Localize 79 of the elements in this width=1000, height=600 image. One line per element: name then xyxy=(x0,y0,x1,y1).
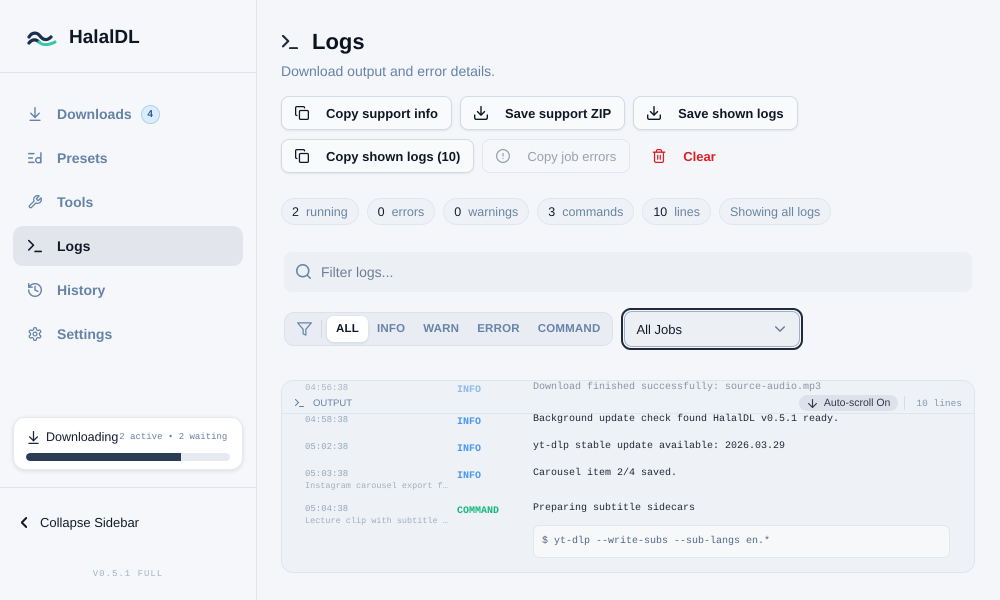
search-field[interactable]: Filter logs... xyxy=(284,252,972,292)
log-level: INFO xyxy=(457,417,482,428)
app-name: HalalDL xyxy=(69,27,140,49)
level-tab[interactable]: WARN xyxy=(414,316,468,342)
stat-value: 0 xyxy=(378,204,385,218)
status-label: Downloading xyxy=(46,430,118,444)
filter-icon xyxy=(297,322,312,336)
stat-label: Showing all logs xyxy=(730,204,820,218)
log-time: 04:56:38 xyxy=(305,382,350,394)
logo-icon xyxy=(27,30,57,46)
log-message: Background update check found HalalDL v0.5.1 ready. xyxy=(533,414,840,426)
download-icon xyxy=(647,106,662,120)
download-icon xyxy=(474,106,488,120)
log-time: 05:02:38 xyxy=(305,441,350,453)
nav-item[interactable]: Settings xyxy=(13,314,243,354)
terminal-icon xyxy=(281,35,299,49)
collapse-button[interactable]: Collapse Sidebar xyxy=(21,512,140,532)
log-message: Preparing subtitle sidecars xyxy=(533,503,696,515)
stat-label: warnings xyxy=(468,204,518,218)
log-message: yt-dlp stable update available: 2026.03.29 xyxy=(533,441,786,453)
output-title: OUTPUT xyxy=(313,398,352,408)
stat-value: 10 xyxy=(653,204,668,218)
stat-label: errors xyxy=(392,204,424,218)
log-level: INFO xyxy=(457,471,482,482)
nav-item[interactable]: Logs xyxy=(13,226,243,266)
nav-item[interactable]: Presets xyxy=(13,138,243,178)
wrench-icon xyxy=(28,195,42,209)
count-badge: 4 xyxy=(140,104,160,124)
copy-icon xyxy=(295,106,309,120)
nav-item[interactable]: Tools xyxy=(13,182,243,222)
page-subtitle: Download output and error details. xyxy=(281,62,496,80)
download-icon xyxy=(28,430,39,444)
line-count: 10 lines xyxy=(916,398,962,408)
alert-icon xyxy=(496,149,510,163)
log-time: 05:03:38 xyxy=(305,468,350,480)
copy-button[interactable]: Copy shown logs (10) xyxy=(281,139,474,173)
autoscroll-button[interactable]: Auto-scroll On xyxy=(798,395,898,411)
stat-label: lines xyxy=(674,204,700,218)
stat-value: 3 xyxy=(548,204,556,218)
log-level: INFO xyxy=(457,385,482,396)
clear-button[interactable]: Clear xyxy=(638,139,730,173)
page-title: Logs xyxy=(312,29,365,55)
log-source: Instagram carousel export f… xyxy=(305,481,449,491)
download-icon xyxy=(28,107,42,121)
save-button[interactable]: Save support ZIP xyxy=(460,96,626,130)
log-level: INFO xyxy=(457,444,482,455)
trash-icon xyxy=(652,149,666,163)
nav-item[interactable]: Downloads 4 xyxy=(13,94,243,134)
level-tab[interactable]: COMMAND xyxy=(528,316,610,342)
level-tab[interactable]: ERROR xyxy=(468,316,529,342)
chevron-left-icon xyxy=(21,516,27,528)
settings-icon xyxy=(28,327,42,341)
arrow-down-icon xyxy=(808,398,817,408)
log-level: COMMAND xyxy=(457,506,500,517)
log-message: Carousel item 2/4 saved. xyxy=(533,468,678,480)
command-block: $ yt-dlp --write-subs --sub-langs en.* xyxy=(533,525,950,558)
stat-label: commands xyxy=(562,204,624,218)
chevron-down-icon xyxy=(775,326,786,332)
search-icon xyxy=(296,264,311,279)
copy-icon xyxy=(295,149,309,163)
save-button[interactable]: Save shown logs xyxy=(633,96,798,130)
copy-button[interactable]: Copy support info xyxy=(281,96,452,130)
job-select[interactable]: All Jobs xyxy=(621,308,804,350)
log-source: Lecture clip with subtitle … xyxy=(305,516,449,526)
nav-item[interactable]: History xyxy=(13,270,243,310)
log-time: 05:04:38 xyxy=(305,503,350,515)
terminal-icon xyxy=(295,399,304,407)
stat-value: 0 xyxy=(454,204,462,218)
queue-status: 2 active • 2 waiting xyxy=(119,432,228,442)
list-icon xyxy=(28,151,42,165)
terminal-icon xyxy=(28,239,42,253)
history-icon xyxy=(28,283,42,297)
stat-value: 2 xyxy=(292,204,299,218)
level-tab[interactable]: ALL xyxy=(327,316,368,342)
version-label: V0.5.1 FULL xyxy=(92,569,164,579)
log-time: 04:58:38 xyxy=(305,414,350,426)
level-tab[interactable]: INFO xyxy=(368,316,414,342)
stat-label: running xyxy=(306,204,348,218)
log-message: Download finished successfully: source-audio.mp3 xyxy=(533,382,822,394)
